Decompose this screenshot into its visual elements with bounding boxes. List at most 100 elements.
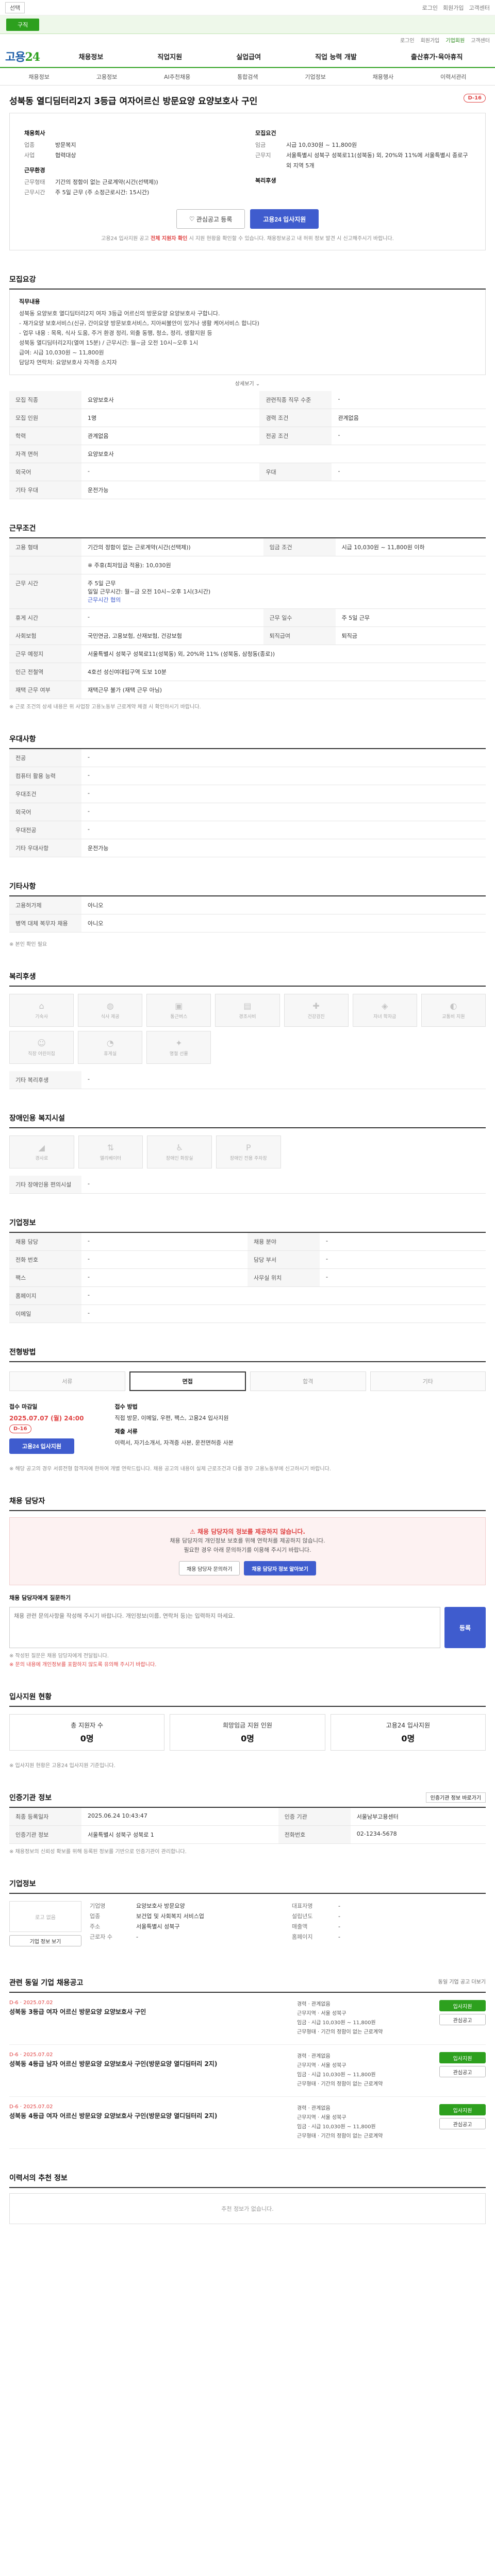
cell: - xyxy=(81,821,486,839)
welfare-grid: ⌂ 기숙사 ◍ 식사 제공 ▣ 통근버스 ▤ 경조사비 ✚ 건강검진 ◈ 자녀 학자금 ◐ 교… xyxy=(9,987,486,1071)
cell: - xyxy=(332,391,486,409)
job-meta: 근무형태 · 기간의 정함이 없는 근로계약 xyxy=(297,2081,383,2087)
more-button[interactable]: 상세보기 ⌄ xyxy=(9,375,486,391)
nav-training[interactable]: 직업 능력 개발 xyxy=(315,52,357,61)
summary-k: 업종 xyxy=(24,142,35,148)
similar-more-link[interactable]: 동일 기업 공고 더보기 xyxy=(438,1977,486,1988)
cell: 4호선 성신여대입구역 도보 10분 xyxy=(81,663,486,681)
method-value: 직접 방문, 이메일, 우편, 팩스, 고용24 입사지원 xyxy=(114,1415,229,1421)
save-job-button[interactable]: ♡ 관심공고 등록 xyxy=(176,209,245,229)
subnav-5[interactable]: 채용행사 xyxy=(373,73,393,81)
desc-line: 성북동 요양보호 열디딤터리2지 여자 3등급 어르신의 방문요양 요양보호사 … xyxy=(19,310,220,317)
cell: 주 5일 근무 xyxy=(335,608,486,627)
list-item[interactable]: D-6 · 2025.07.02 성북동 4등급 여자 어르신 방문요양 요양보호… xyxy=(9,2097,486,2149)
util-login[interactable]: 로그인 xyxy=(400,36,415,44)
corp-k: 설립년도 xyxy=(292,1913,313,1920)
job-title-link[interactable]: 성북동 4등급 남자 어르신 방문요양 요양보호사 구인(방문요양 열디딤터리 … xyxy=(9,2060,289,2069)
subnav-0[interactable]: 채용정보 xyxy=(28,73,49,81)
list-item[interactable]: D-6 · 2025.07.02 성북동 3등급 여자 어르신 방문요양 요양보호… xyxy=(9,1993,486,2045)
table-row: 학력 관계없음 전공 조건 - xyxy=(9,427,486,445)
welfare-item: ⌂ 기숙사 xyxy=(9,994,74,1027)
support-link[interactable]: 고객센터 xyxy=(469,4,490,12)
nav-jobs[interactable]: 채용정보 xyxy=(79,52,104,61)
util-company[interactable]: 기업회원 xyxy=(446,36,465,44)
subnav-3[interactable]: 통합검색 xyxy=(237,73,258,81)
welfare-item: ☺ 직장 어린이집 xyxy=(9,1031,74,1064)
cell: - xyxy=(81,1286,486,1305)
table-row: 자격 면허 요양보호사 xyxy=(9,445,486,463)
pref-table: 전공 - 컴퓨터 활용 능력 - 우대조건 - 외국어 - 우대전공 - 기타 우대사항 운… xyxy=(9,749,486,857)
section-disability: 장애인용 복지시설 ◢ 경사로 ⇅ 엘리베이터 ♿ 장애인 화장실 P 장애인 전용 주… xyxy=(9,1113,486,1194)
job-title-link[interactable]: 성북동 4등급 여자 어르신 방문요양 요양보호사 구인(방문요양 열디딤터리 … xyxy=(9,2112,289,2121)
apply-button[interactable]: 고용24 입사지원 xyxy=(250,209,319,229)
welfare-item: ✚ 건강검진 xyxy=(284,994,349,1027)
welfare-label: 휴게실 xyxy=(104,1052,117,1057)
stat-label: 고용24 입사지원 xyxy=(386,1722,430,1729)
cell-h: 관련직종 직무 수준 xyxy=(259,391,332,409)
step-pass: 합격 xyxy=(250,1371,366,1391)
region-select[interactable]: 선택 xyxy=(5,2,25,13)
logo-text-a: 고용 xyxy=(5,50,25,64)
site-logo[interactable]: 고용24 xyxy=(5,48,52,64)
job-title-link[interactable]: 성북동 3등급 여자 어르신 방문요양 요양보호사 구인 xyxy=(9,2008,289,2016)
qna-submit-button[interactable]: 등록 xyxy=(444,1607,486,1648)
table-row: 인근 전철역 4호선 성신여대입구역 도보 10분 xyxy=(9,663,486,681)
section-etc: 기타사항 고용허가제 아니오 병역 대체 복무자 채용 아니오 ※ 본인 확인 필요 xyxy=(9,881,486,947)
table-row: 휴게 시간 - 근무 일수 주 5일 근무 xyxy=(9,608,486,627)
corp-link-button[interactable]: 기업 정보 보기 xyxy=(9,1935,81,1946)
qna-input[interactable] xyxy=(9,1607,440,1648)
cell: 주 5일 근무 일일 근무시간: 월~금 오전 10시~오후 1시(3시간) 근… xyxy=(81,574,486,609)
util-support[interactable]: 고객센터 xyxy=(471,36,490,44)
reg-link[interactable]: 인증기관 정보 바로가기 xyxy=(425,1792,486,1803)
welfare-item: ▤ 경조사비 xyxy=(215,994,280,1027)
job-summary: 채용회사 업종 방문복지 사업 협력대상 근무환경 근무형태 기간의 정함이 없는 근… xyxy=(9,113,486,250)
nav-leave[interactable]: 출산휴가·육아휴직 xyxy=(411,52,463,61)
section-title: 입사지원 현황 xyxy=(9,1691,486,1707)
docs-value: 이력서, 자기소개서, 자격증 사본, 운전면허증 사본 xyxy=(114,1439,234,1446)
util-signup[interactable]: 회원가입 xyxy=(421,36,440,44)
job-apply-button[interactable]: 입사지원 xyxy=(439,2104,486,2115)
docs-label: 제출 서류 xyxy=(114,1428,138,1435)
section-offer: 모집요강 직무내용 성북동 요양보호 열디딤터리2지 여자 3등급 어르신의 방… xyxy=(9,274,486,499)
login-link[interactable]: 로그인 xyxy=(422,4,438,12)
facility-item: ⇅ 엘리베이터 xyxy=(78,1136,143,1168)
subnav-4[interactable]: 기업정보 xyxy=(305,73,325,81)
nav-unemployment[interactable]: 실업급여 xyxy=(236,52,261,61)
job-apply-button[interactable]: 입사지원 xyxy=(439,2052,486,2063)
ask-contact-button[interactable]: 채용 담당자 문의하기 xyxy=(179,1561,240,1575)
jobseeker-tab[interactable]: 구직 xyxy=(6,18,40,31)
list-item[interactable]: D-6 · 2025.07.02 성북동 4등급 남자 어르신 방문요양 요양보호… xyxy=(9,2045,486,2097)
summary-right-title: 모집요건 xyxy=(255,130,276,137)
subnav-6[interactable]: 이력서관리 xyxy=(440,73,467,81)
summary-k: 근무형태 xyxy=(24,179,45,185)
job-date: D-6 · 2025.07.02 xyxy=(9,2104,53,2110)
job-title: 성북동 열디딤터리2지 3등급 여자어르신 방문요양 요양보호사 구인 xyxy=(9,96,258,107)
notice-red[interactable]: 전체 지원자 확인 xyxy=(151,236,187,242)
job-meta: 근무지역 · 서울 성북구 xyxy=(297,2011,346,2016)
summary-v: 기간의 정함이 없는 근로계약(시간(선택제)) xyxy=(55,179,158,185)
cell-h: 근무 일수 xyxy=(263,608,336,627)
cell: - xyxy=(320,1233,486,1251)
company-logo: 로고 없음 xyxy=(9,1901,81,1932)
step-etc: 기타 xyxy=(370,1371,486,1391)
job-apply-button[interactable]: 입사지원 xyxy=(439,2000,486,2011)
subnav-1[interactable]: 고용정보 xyxy=(96,73,117,81)
apply-button-2[interactable]: 고용24 입사지원 xyxy=(9,1438,75,1454)
subnav-2[interactable]: AI추천채용 xyxy=(164,73,190,81)
job-save-button[interactable]: 관심공고 xyxy=(439,2014,486,2025)
job-save-button[interactable]: 관심공고 xyxy=(439,2118,486,2129)
facility-label: 경사로 xyxy=(35,1156,48,1161)
table-row: 고용 형태 기간의 정함이 없는 근로계약(시간(선택제)) 임금 조건 시급 10,… xyxy=(9,538,486,556)
corp-k: 기업명 xyxy=(90,1903,106,1909)
alert-icon: ⚠ xyxy=(190,1528,197,1535)
nav-support[interactable]: 직업지원 xyxy=(157,52,182,61)
table-row: 전화 번호 - 담당 부서 - xyxy=(9,1250,486,1269)
contact-info-button[interactable]: 채용 담당자 정보 알아보기 xyxy=(244,1561,316,1575)
bus-icon: ▣ xyxy=(175,1001,183,1011)
wage-note: ※ 주휴(최저임금 적용): 10,030원 xyxy=(81,556,486,574)
job-date: D-6 · 2025.07.02 xyxy=(9,2000,53,2006)
desc-line: 담당자 연락처: 요양보호사 자격증 소지자 xyxy=(19,359,117,366)
heart-icon: ♡ xyxy=(189,215,196,223)
job-save-button[interactable]: 관심공고 xyxy=(439,2066,486,2077)
signup-link[interactable]: 회원가입 xyxy=(443,4,464,12)
